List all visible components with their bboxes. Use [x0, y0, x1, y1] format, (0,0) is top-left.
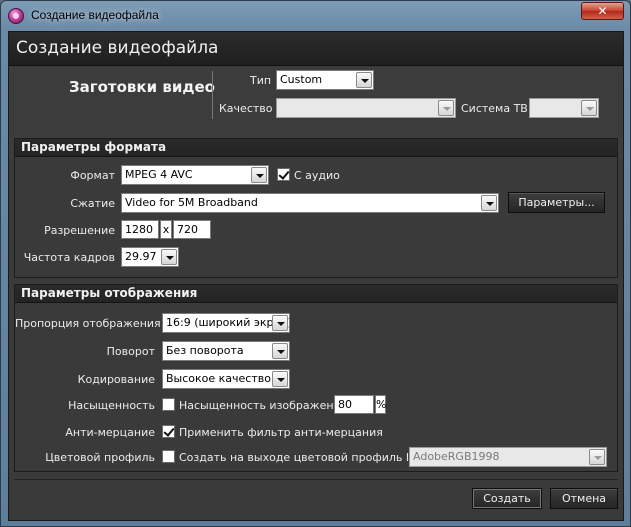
format-params-group: Параметры формата Формат MPEG 4 AVC С ау…	[14, 138, 618, 278]
antiflicker-checkbox[interactable]	[162, 425, 175, 438]
encoding-label: Кодирование	[77, 373, 155, 386]
format-select[interactable]: MPEG 4 AVC	[121, 165, 269, 185]
color-profile-select-value: AdobeRGB1998	[413, 450, 500, 463]
height-input[interactable]: 720	[173, 220, 211, 239]
close-button[interactable]: ✕	[581, 2, 624, 20]
color-profile-label: Цветовой профиль	[45, 451, 155, 464]
saturation-label: Насыщенность	[68, 399, 155, 412]
type-select-value: Custom	[280, 73, 323, 86]
chevron-down-icon	[272, 371, 288, 387]
presets-divider	[212, 71, 213, 119]
compression-label: Сжатие	[70, 197, 115, 210]
footer-divider	[14, 479, 618, 480]
encoding-select-value: Высокое качество	[166, 372, 271, 385]
dialog-header: Создание видеофайла	[9, 32, 623, 66]
tv-system-label: Система ТВ	[461, 102, 528, 115]
chevron-down-icon	[481, 195, 497, 211]
title-bar[interactable]: Создание видеофайла ✕	[1, 1, 630, 31]
chevron-down-icon	[589, 449, 605, 465]
cancel-button[interactable]: Отмена	[550, 488, 618, 509]
params-button[interactable]: Параметры...	[508, 192, 605, 213]
window-title: Создание видеофайла	[31, 8, 159, 22]
color-profile-select[interactable]: AdobeRGB1998	[409, 447, 607, 467]
framerate-label: Частота кадров	[23, 251, 115, 264]
display-params-title: Параметры отображения	[15, 285, 617, 303]
chevron-down-icon	[438, 100, 454, 116]
audio-label: С аудио	[294, 169, 340, 182]
antiflicker-check-label: Применить фильтр анти-мерцания	[179, 426, 383, 439]
framerate-select[interactable]: 29.97	[121, 247, 179, 267]
dialog-window: Создание видеофайла ✕ Создание видеофайл…	[0, 0, 631, 527]
color-profile-check-label: Создать на выходе цветовой профиль ICC:	[179, 451, 429, 464]
width-input[interactable]: 1280	[121, 220, 159, 239]
saturation-input[interactable]: 80	[334, 395, 374, 414]
tv-system-select[interactable]	[529, 98, 599, 118]
quality-label: Качество	[219, 102, 273, 115]
saturation-checkbox[interactable]	[162, 398, 175, 411]
quality-select[interactable]	[276, 98, 456, 118]
audio-checkbox[interactable]	[277, 168, 290, 181]
chevron-down-icon	[161, 249, 177, 265]
chevron-down-icon	[356, 72, 372, 88]
format-label: Формат	[70, 169, 115, 182]
aspect-label: Пропорция отображения	[15, 317, 161, 330]
resolution-separator: x	[160, 220, 172, 239]
presets-label: Заготовки видео	[69, 78, 215, 96]
display-params-group: Параметры отображения Пропорция отображе…	[14, 284, 618, 472]
resolution-label: Разрешение	[44, 224, 115, 237]
format-params-title: Параметры формата	[15, 139, 617, 157]
chevron-down-icon	[581, 100, 597, 116]
aspect-select[interactable]: 16:9 (широкий экран)	[162, 313, 290, 333]
chevron-down-icon	[251, 167, 267, 183]
saturation-check-label: Насыщенность изображения	[179, 399, 348, 412]
rotation-select[interactable]: Без поворота	[162, 341, 290, 361]
framerate-select-value: 29.97	[125, 250, 157, 263]
create-button[interactable]: Создать	[472, 488, 542, 509]
format-select-value: MPEG 4 AVC	[125, 168, 193, 181]
type-select[interactable]: Custom	[276, 70, 374, 90]
app-icon	[8, 8, 24, 24]
saturation-unit: %	[375, 395, 386, 414]
antiflicker-label: Анти-мерцание	[65, 426, 155, 439]
color-profile-checkbox[interactable]	[162, 450, 175, 463]
chevron-down-icon	[272, 315, 288, 331]
page-title: Создание видеофайла	[16, 38, 219, 58]
dialog-body: Создание видеофайла Заготовки видео Тип …	[8, 31, 624, 521]
compression-select[interactable]: Video for 5M Broadband	[121, 193, 499, 213]
rotation-label: Поворот	[106, 345, 155, 358]
compression-select-value: Video for 5M Broadband	[125, 196, 258, 209]
chevron-down-icon	[272, 343, 288, 359]
type-label: Тип	[250, 74, 272, 87]
encoding-select[interactable]: Высокое качество	[162, 369, 290, 389]
rotation-select-value: Без поворота	[166, 344, 244, 357]
